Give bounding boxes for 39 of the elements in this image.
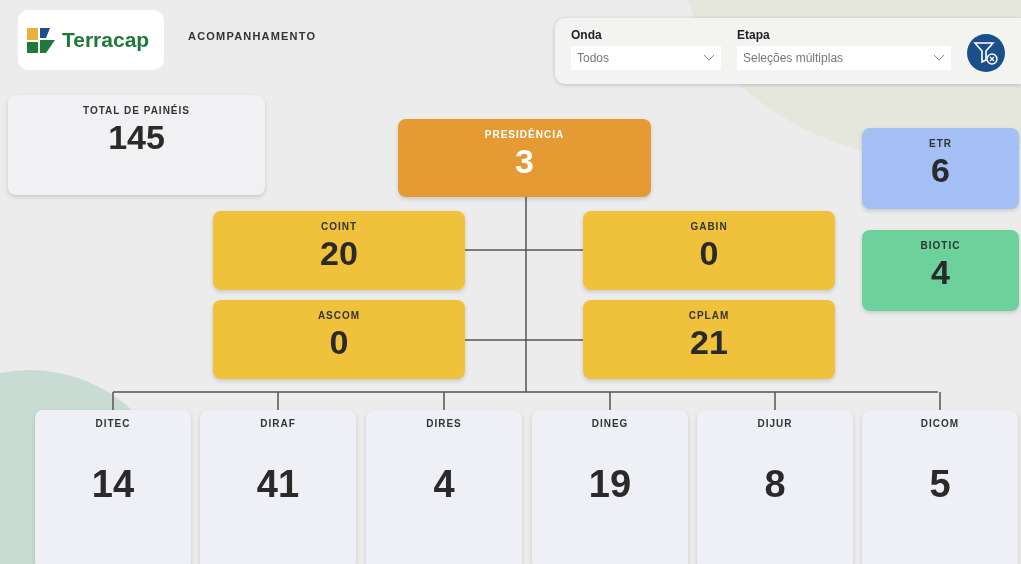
card-label: GABIN <box>690 221 728 232</box>
filter-clear-icon <box>973 40 999 66</box>
card-label: DINEG <box>591 418 629 429</box>
card-value: 19 <box>588 463 632 506</box>
card-label: CPLAM <box>688 310 730 321</box>
card-label: DIJUR <box>757 418 793 429</box>
logo-text: Terracap <box>62 28 150 52</box>
card-value: 5 <box>929 463 951 506</box>
card-label: TOTAL DE PAINÉIS <box>83 105 190 116</box>
clear-filter-button[interactable] <box>967 34 1005 72</box>
card-value: 0 <box>699 234 719 273</box>
card-label: PRESIDÊNCIA <box>484 129 565 140</box>
filter-label: Etapa <box>737 28 771 42</box>
card-value: 20 <box>320 234 358 273</box>
card-label: COINT <box>320 221 358 232</box>
page-title: ACOMPANHAMENTO <box>188 30 317 42</box>
card-label: BIOTIC <box>920 240 961 251</box>
chevron-down-icon <box>933 54 945 62</box>
card-value: 14 <box>91 463 135 506</box>
card-value: 8 <box>764 463 786 506</box>
card-label: ASCOM <box>317 310 361 321</box>
filter-dropdown[interactable]: Todos <box>571 46 721 70</box>
card-label: DIRES <box>426 418 462 429</box>
card-label: ETR <box>929 138 952 149</box>
card-value: 4 <box>931 253 950 292</box>
card-value: 21 <box>690 323 728 362</box>
filter-dropdown[interactable]: Seleções múltiplas <box>737 46 951 70</box>
card-label: DIRAF <box>260 418 296 429</box>
card-value: 41 <box>256 463 300 506</box>
chevron-down-icon <box>703 54 715 62</box>
card-value: 0 <box>329 323 349 362</box>
filter-label: Onda <box>571 28 603 42</box>
card-value: 3 <box>515 142 534 181</box>
card-value: 145 <box>108 118 165 157</box>
card-value: 4 <box>433 463 455 506</box>
card-label: DITEC <box>95 418 131 429</box>
logo-icon <box>26 25 56 55</box>
card-label: DICOM <box>920 418 960 429</box>
card-value: 6 <box>931 151 950 190</box>
